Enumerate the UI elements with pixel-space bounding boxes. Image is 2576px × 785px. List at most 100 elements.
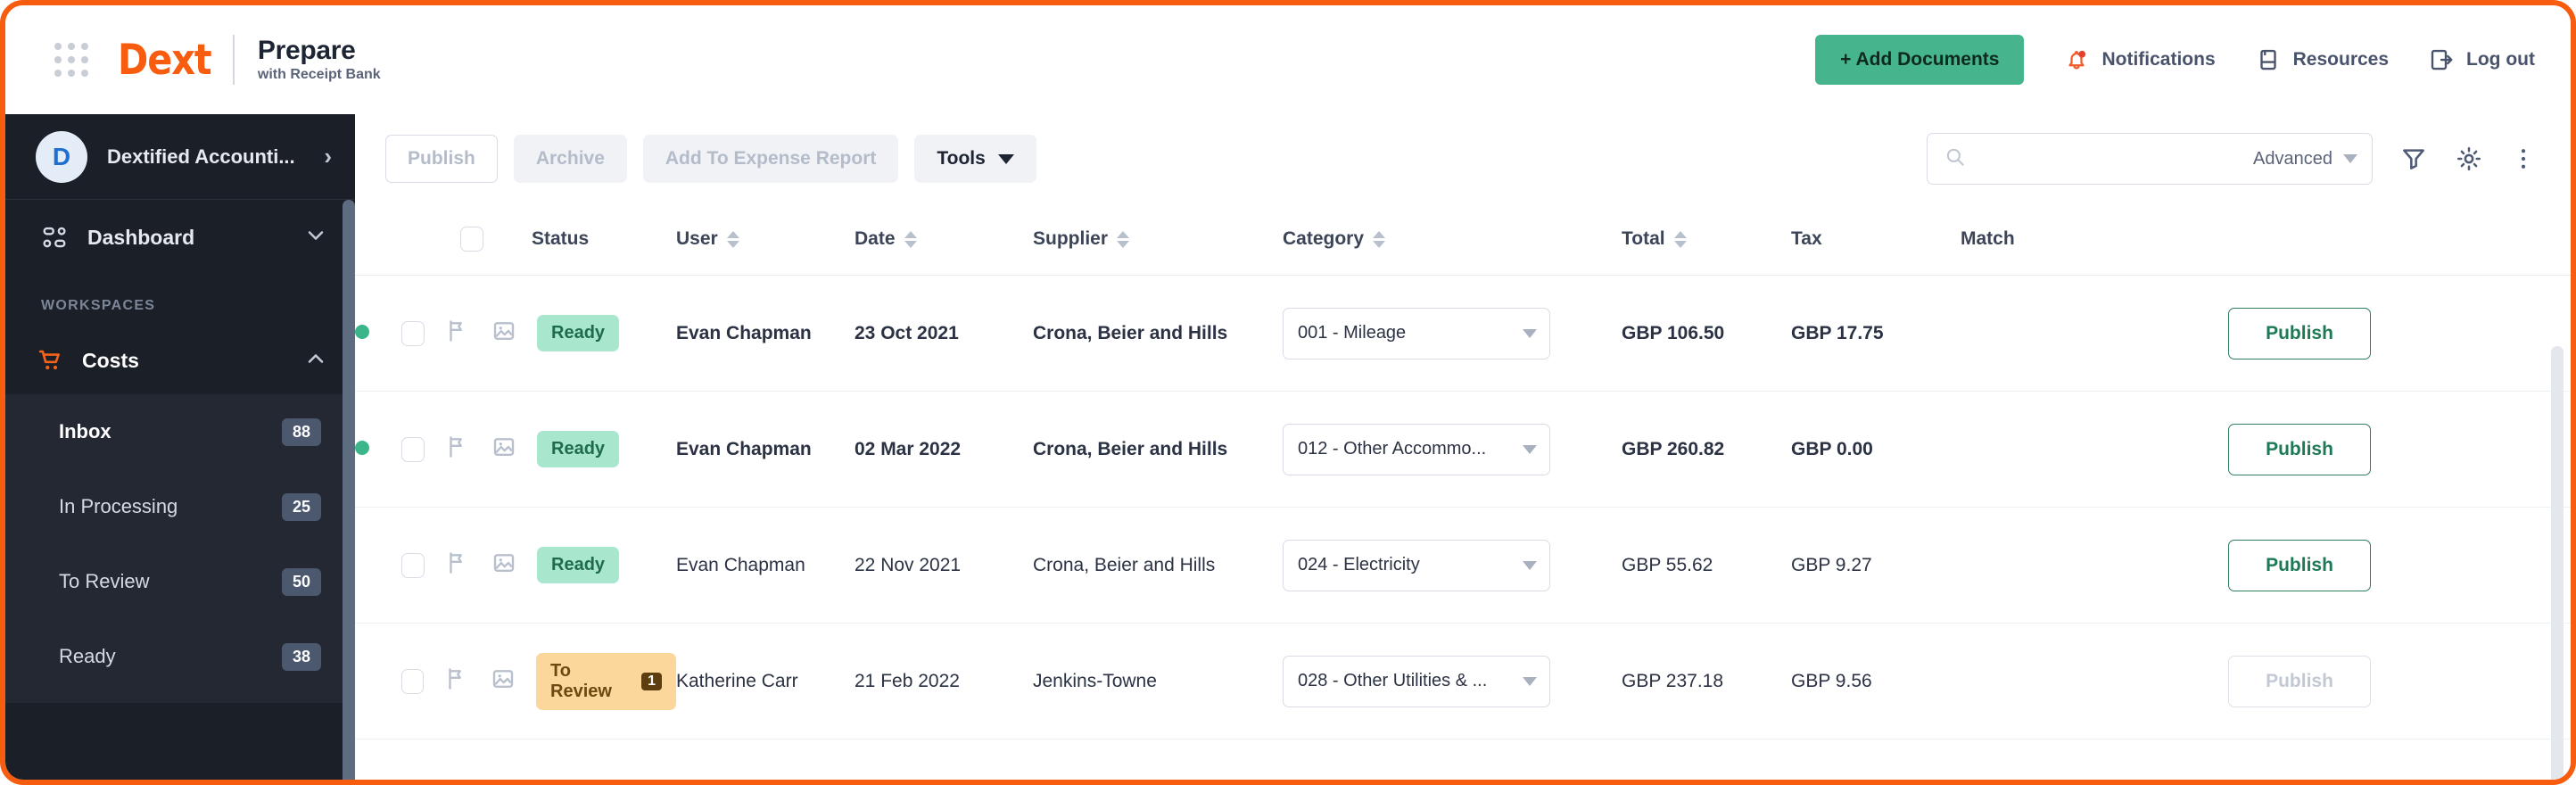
advanced-search-dropdown[interactable]: Advanced xyxy=(2253,149,2357,169)
th-indicator xyxy=(355,203,401,276)
table-row[interactable]: Ready Evan Chapman 22 Nov 2021 Crona, Be… xyxy=(355,508,2571,624)
row-checkbox[interactable] xyxy=(401,437,425,462)
chevron-down-icon xyxy=(998,154,1014,164)
costs-submenu: Inbox 88 In Processing 25 To Review 50 R… xyxy=(5,394,355,703)
image-icon[interactable] xyxy=(491,434,517,466)
grid-apps-icon[interactable] xyxy=(54,42,89,78)
row-status-cell: To Review 1 xyxy=(401,624,676,740)
sidebar-item-inbox[interactable]: Inbox 88 xyxy=(5,394,355,469)
sort-icon[interactable] xyxy=(904,231,917,248)
filter-icon[interactable] xyxy=(2399,145,2428,173)
chevron-down-icon xyxy=(1523,445,1537,454)
org-switcher[interactable]: D Dextified Accounti... › xyxy=(5,114,355,200)
status-badge-count: 1 xyxy=(641,673,662,690)
row-publish-button[interactable]: Publish xyxy=(2228,308,2371,359)
category-select[interactable]: 012 - Other Accommo... xyxy=(1283,424,1550,475)
row-checkbox[interactable] xyxy=(401,321,425,346)
product-title-group: Prepare with Receipt Bank xyxy=(258,37,381,84)
th-total[interactable]: Total xyxy=(1622,203,1791,276)
th-supplier[interactable]: Supplier xyxy=(1033,203,1283,276)
status-badge: To Review 1 xyxy=(536,653,676,710)
category-select[interactable]: 001 - Mileage xyxy=(1283,308,1550,359)
add-documents-button[interactable]: + Add Documents xyxy=(1815,35,2024,85)
row-match xyxy=(1961,624,2228,740)
th-category[interactable]: Category xyxy=(1283,203,1622,276)
th-date[interactable]: Date xyxy=(855,203,1033,276)
flag-icon[interactable] xyxy=(443,665,470,698)
sidebar-item-costs[interactable]: Costs xyxy=(5,326,355,394)
gear-icon[interactable] xyxy=(2455,145,2483,173)
publish-button[interactable]: Publish xyxy=(385,135,498,183)
row-date: 02 Mar 2022 xyxy=(855,392,1033,508)
row-action-cell: Publish xyxy=(2228,392,2571,508)
image-icon[interactable] xyxy=(491,550,517,582)
image-icon[interactable] xyxy=(491,318,517,350)
th-tax-label: Tax xyxy=(1791,228,1822,250)
row-indicator-cell xyxy=(355,276,401,392)
resources-button[interactable]: Resources xyxy=(2255,46,2389,73)
row-publish-button[interactable]: Publish xyxy=(2228,656,2371,707)
row-date: 21 Feb 2022 xyxy=(855,624,1033,740)
dext-logo[interactable]: Dext xyxy=(118,36,211,85)
table-scrollbar[interactable] xyxy=(2551,346,2564,780)
sidebar-item-dashboard[interactable]: Dashboard xyxy=(5,200,355,275)
advanced-label: Advanced xyxy=(2253,149,2332,169)
row-total: GBP 260.82 xyxy=(1622,392,1791,508)
sidebar-item-in-processing[interactable]: In Processing 25 xyxy=(5,469,355,544)
row-tax: GBP 9.56 xyxy=(1791,624,1961,740)
category-select[interactable]: 024 - Electricity xyxy=(1283,540,1550,591)
notifications-button[interactable]: Notifications xyxy=(2063,46,2215,73)
tools-dropdown-button[interactable]: Tools xyxy=(914,135,1036,183)
row-publish-button[interactable]: Publish xyxy=(2228,540,2371,591)
table-row[interactable]: Ready Evan Chapman 02 Mar 2022 Crona, Be… xyxy=(355,392,2571,508)
row-checkbox[interactable] xyxy=(401,669,424,694)
flag-icon[interactable] xyxy=(444,550,471,582)
sidebar-item-count: 50 xyxy=(282,568,321,596)
table-header-row: Status User Date xyxy=(355,203,2571,276)
row-supplier: Jenkins-Towne xyxy=(1033,624,1283,740)
row-date: 23 Oct 2021 xyxy=(855,276,1033,392)
sidebar-nav: Dashboard WORKSPACES Costs xyxy=(5,200,355,780)
category-value: 024 - Electricity xyxy=(1298,555,1523,575)
flag-icon[interactable] xyxy=(444,318,471,350)
sort-icon[interactable] xyxy=(1674,231,1687,248)
category-select[interactable]: 028 - Other Utilities & ... xyxy=(1283,656,1550,707)
avatar: D xyxy=(36,131,87,183)
sort-icon[interactable] xyxy=(1373,231,1385,248)
chevron-right-icon: › xyxy=(324,143,332,170)
row-publish-button[interactable]: Publish xyxy=(2228,424,2371,475)
row-indicator-cell xyxy=(355,508,401,624)
main-content: Publish Archive Add To Expense Report To… xyxy=(355,114,2571,780)
table-row[interactable]: Ready Evan Chapman 23 Oct 2021 Crona, Be… xyxy=(355,276,2571,392)
image-icon[interactable] xyxy=(490,665,516,698)
row-supplier: Crona, Beier and Hills xyxy=(1033,392,1283,508)
sidebar-scrollbar[interactable] xyxy=(343,200,355,780)
search-input[interactable] xyxy=(1976,149,2253,169)
sort-icon[interactable] xyxy=(727,231,739,248)
archive-button[interactable]: Archive xyxy=(514,135,627,183)
row-supplier: Crona, Beier and Hills xyxy=(1033,276,1283,392)
row-checkbox[interactable] xyxy=(401,553,425,578)
row-match xyxy=(1961,392,2228,508)
sidebar-item-label: In Processing xyxy=(59,495,178,518)
row-indicator-cell xyxy=(355,624,401,740)
th-user[interactable]: User xyxy=(676,203,855,276)
flag-icon[interactable] xyxy=(444,434,471,466)
workspaces-section-header: WORKSPACES xyxy=(5,275,355,326)
row-tax: GBP 0.00 xyxy=(1791,392,1961,508)
add-to-expense-report-button[interactable]: Add To Expense Report xyxy=(643,135,898,183)
sidebar-item-ready[interactable]: Ready 38 xyxy=(5,619,355,694)
status-badge: Ready xyxy=(537,431,619,467)
table-row[interactable]: To Review 1 Katherine Carr 21 Feb 2022 J… xyxy=(355,624,2571,740)
search-box[interactable]: Advanced xyxy=(1927,133,2373,185)
row-status-cell: Ready xyxy=(401,392,676,508)
sidebar-item-to-review[interactable]: To Review 50 xyxy=(5,544,355,619)
kebab-menu-icon[interactable] xyxy=(2510,145,2537,172)
chevron-down-icon xyxy=(1523,329,1537,338)
row-category-cell: 024 - Electricity xyxy=(1283,508,1622,624)
chevron-up-icon xyxy=(303,346,328,376)
select-all-checkbox[interactable] xyxy=(460,227,483,252)
logout-button[interactable]: Log out xyxy=(2428,46,2535,73)
sort-icon[interactable] xyxy=(1117,231,1129,248)
chevron-down-icon xyxy=(2343,154,2357,163)
